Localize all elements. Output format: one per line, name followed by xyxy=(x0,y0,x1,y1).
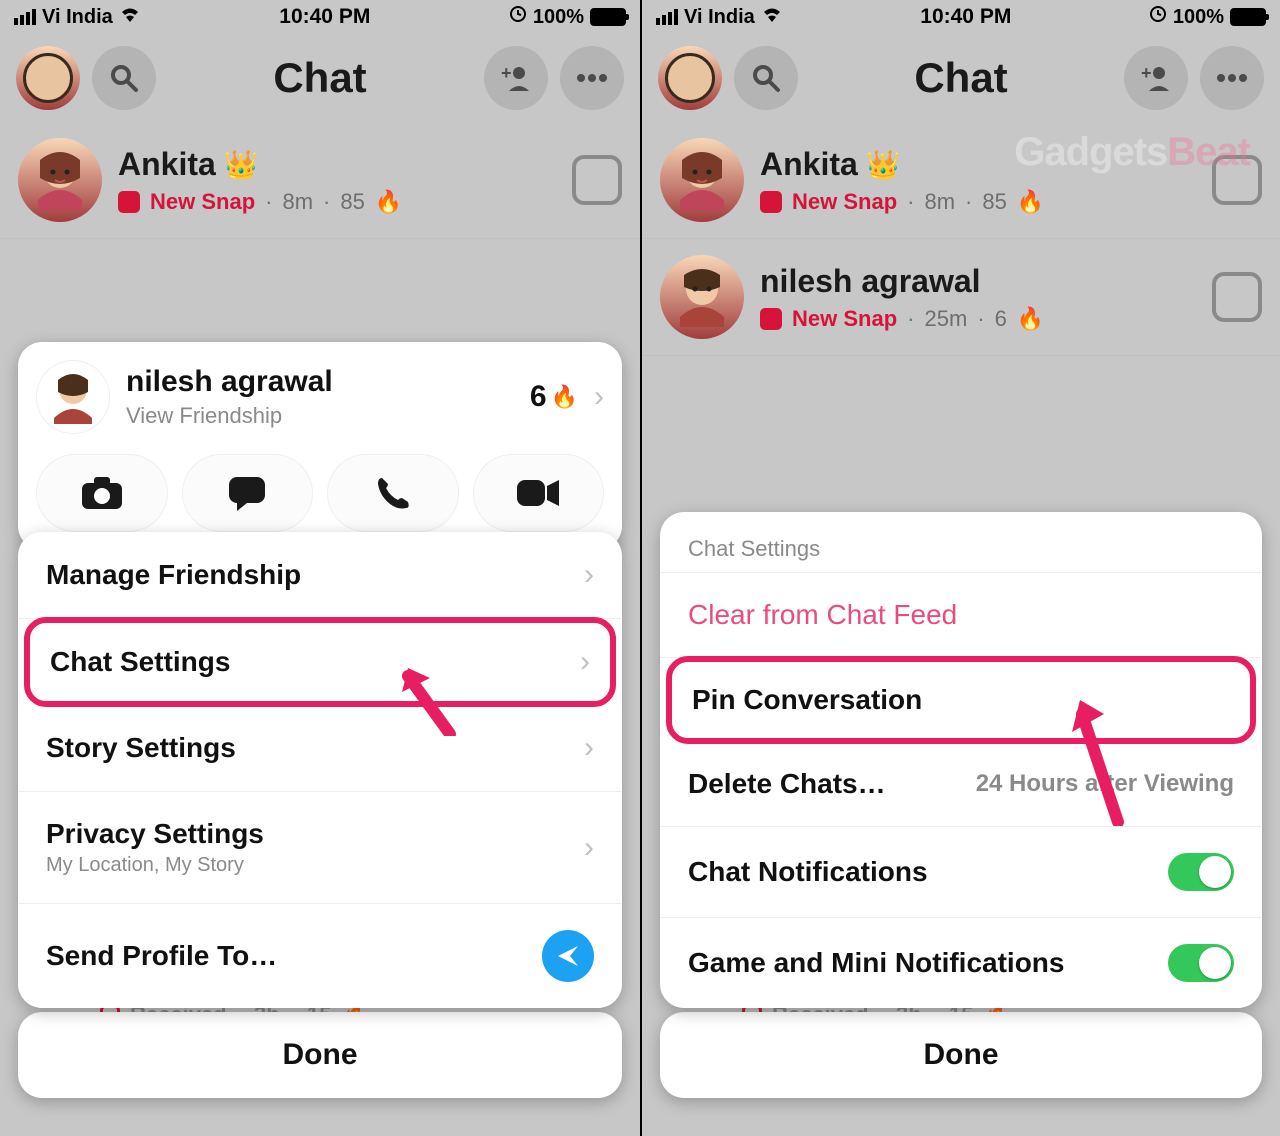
new-snap-label: New Snap xyxy=(150,189,255,215)
friend-name: nilesh agrawal xyxy=(126,365,514,399)
search-button[interactable] xyxy=(92,46,156,110)
done-button[interactable]: Done xyxy=(18,1012,622,1098)
action-sheet: nilesh agrawal View Friendship 6🔥 › Mana… xyxy=(0,1012,640,1136)
chevron-right-icon: › xyxy=(580,645,590,679)
chat-row-ankita[interactable]: Ankita👑 New Snap ·8m ·85🔥 xyxy=(0,122,640,239)
battery-percent: 100% xyxy=(533,6,584,29)
search-button[interactable] xyxy=(734,46,798,110)
rotation-lock-icon xyxy=(509,5,527,29)
menu-pin-conversation[interactable]: Pin Conversation xyxy=(666,656,1256,744)
fire-icon: 🔥 xyxy=(1017,306,1044,332)
chat-icon[interactable] xyxy=(572,155,622,205)
camera-button[interactable] xyxy=(36,454,168,532)
friend-header-row[interactable]: nilesh agrawal View Friendship 6🔥 › xyxy=(36,360,604,434)
chat-time: 25m xyxy=(924,306,967,332)
menu-send-profile[interactable]: Send Profile To… xyxy=(18,904,622,1008)
call-button[interactable] xyxy=(327,454,459,532)
battery-icon xyxy=(1230,8,1266,26)
chat-button[interactable] xyxy=(182,454,314,532)
chat-icon[interactable] xyxy=(1212,272,1262,322)
new-snap-icon xyxy=(760,191,782,213)
chat-header: Chat + xyxy=(0,34,640,122)
svg-text:+: + xyxy=(1141,63,1152,83)
header-title: Chat xyxy=(168,54,472,102)
header-title: Chat xyxy=(810,54,1112,102)
battery-percent: 100% xyxy=(1173,6,1224,29)
add-friend-button[interactable]: + xyxy=(1124,46,1188,110)
new-snap-label: New Snap xyxy=(792,306,897,332)
friend-streak: 6 xyxy=(530,380,547,414)
crown-icon: 👑 xyxy=(224,148,259,181)
status-bar: Vi India 10:40 PM 100% xyxy=(642,0,1280,34)
wifi-icon xyxy=(119,5,141,29)
new-snap-icon xyxy=(760,308,782,330)
status-bar: Vi India 10:40 PM 100% xyxy=(0,0,640,34)
chat-icon[interactable] xyxy=(1212,155,1262,205)
send-icon xyxy=(542,930,594,982)
signal-icon xyxy=(14,9,36,25)
new-snap-label: New Snap xyxy=(792,189,897,215)
signal-icon xyxy=(656,9,678,25)
chat-header: Chat + xyxy=(642,34,1280,122)
toggle-on[interactable] xyxy=(1168,944,1234,982)
streak-count: 85 xyxy=(340,189,364,215)
avatar xyxy=(18,138,102,222)
done-button[interactable]: Done xyxy=(660,1012,1262,1098)
chat-time: 8m xyxy=(924,189,955,215)
streak-count: 85 xyxy=(982,189,1006,215)
chat-name: Ankita xyxy=(760,146,858,183)
delete-chats-value: 24 Hours after Viewing xyxy=(976,770,1234,798)
menu-story-settings[interactable]: Story Settings › xyxy=(18,705,622,792)
menu-card: Manage Friendship › Chat Settings › Stor… xyxy=(18,532,622,1008)
fire-icon: 🔥 xyxy=(375,189,402,215)
chat-name: Ankita xyxy=(118,146,216,183)
menu-chat-settings[interactable]: Chat Settings › xyxy=(24,617,616,707)
toggle-on[interactable] xyxy=(1168,853,1234,891)
battery-icon xyxy=(590,8,626,26)
screen-right: Vi India 10:40 PM 100% Chat + GadgetsBea… xyxy=(640,0,1280,1136)
friend-sub: View Friendship xyxy=(126,403,514,429)
more-button[interactable] xyxy=(560,46,624,110)
menu-manage-friendship[interactable]: Manage Friendship › xyxy=(18,532,622,619)
menu-privacy-settings[interactable]: Privacy Settings My Location, My Story › xyxy=(18,792,622,904)
carrier-label: Vi India xyxy=(42,6,113,29)
avatar xyxy=(660,255,744,339)
chat-row-nilesh[interactable]: nilesh agrawal New Snap ·25m ·6🔥 xyxy=(642,239,1280,356)
fire-icon: 🔥 xyxy=(551,384,578,410)
friend-avatar xyxy=(36,360,110,434)
menu-delete-chats[interactable]: Delete Chats… 24 Hours after Viewing xyxy=(660,742,1262,827)
streak-count: 6 xyxy=(995,306,1007,332)
carrier-label: Vi India xyxy=(684,6,755,29)
video-button[interactable] xyxy=(473,454,605,532)
chat-name: nilesh agrawal xyxy=(760,263,981,300)
chevron-right-icon: › xyxy=(584,731,594,765)
menu-chat-notifications[interactable]: Chat Notifications xyxy=(660,827,1262,918)
avatar xyxy=(660,138,744,222)
chevron-right-icon: › xyxy=(584,558,594,592)
action-sheet: Chat Settings Clear from Chat Feed Pin C… xyxy=(642,1012,1280,1136)
chevron-right-icon: › xyxy=(584,831,594,865)
chevron-right-icon: › xyxy=(594,380,604,414)
chat-row-ankita[interactable]: Ankita👑 New Snap ·8m ·85🔥 xyxy=(642,122,1280,239)
clock: 10:40 PM xyxy=(279,5,370,29)
fire-icon: 🔥 xyxy=(1017,189,1044,215)
section-title: Chat Settings xyxy=(660,512,1262,572)
rotation-lock-icon xyxy=(1149,5,1167,29)
add-friend-button[interactable]: + xyxy=(484,46,548,110)
svg-text:+: + xyxy=(501,63,512,83)
more-button[interactable] xyxy=(1200,46,1264,110)
chat-settings-card: Chat Settings Clear from Chat Feed Pin C… xyxy=(660,512,1262,1008)
wifi-icon xyxy=(761,5,783,29)
profile-avatar[interactable] xyxy=(658,46,722,110)
profile-avatar[interactable] xyxy=(16,46,80,110)
chat-time: 8m xyxy=(282,189,313,215)
clock: 10:40 PM xyxy=(920,5,1011,29)
friend-card: nilesh agrawal View Friendship 6🔥 › xyxy=(18,342,622,550)
screen-left: Vi India 10:40 PM 100% Chat + Ank xyxy=(0,0,640,1136)
crown-icon: 👑 xyxy=(866,148,901,181)
menu-game-notifications[interactable]: Game and Mini Notifications xyxy=(660,918,1262,1008)
new-snap-icon xyxy=(118,191,140,213)
menu-clear-chat-feed[interactable]: Clear from Chat Feed xyxy=(660,573,1262,658)
